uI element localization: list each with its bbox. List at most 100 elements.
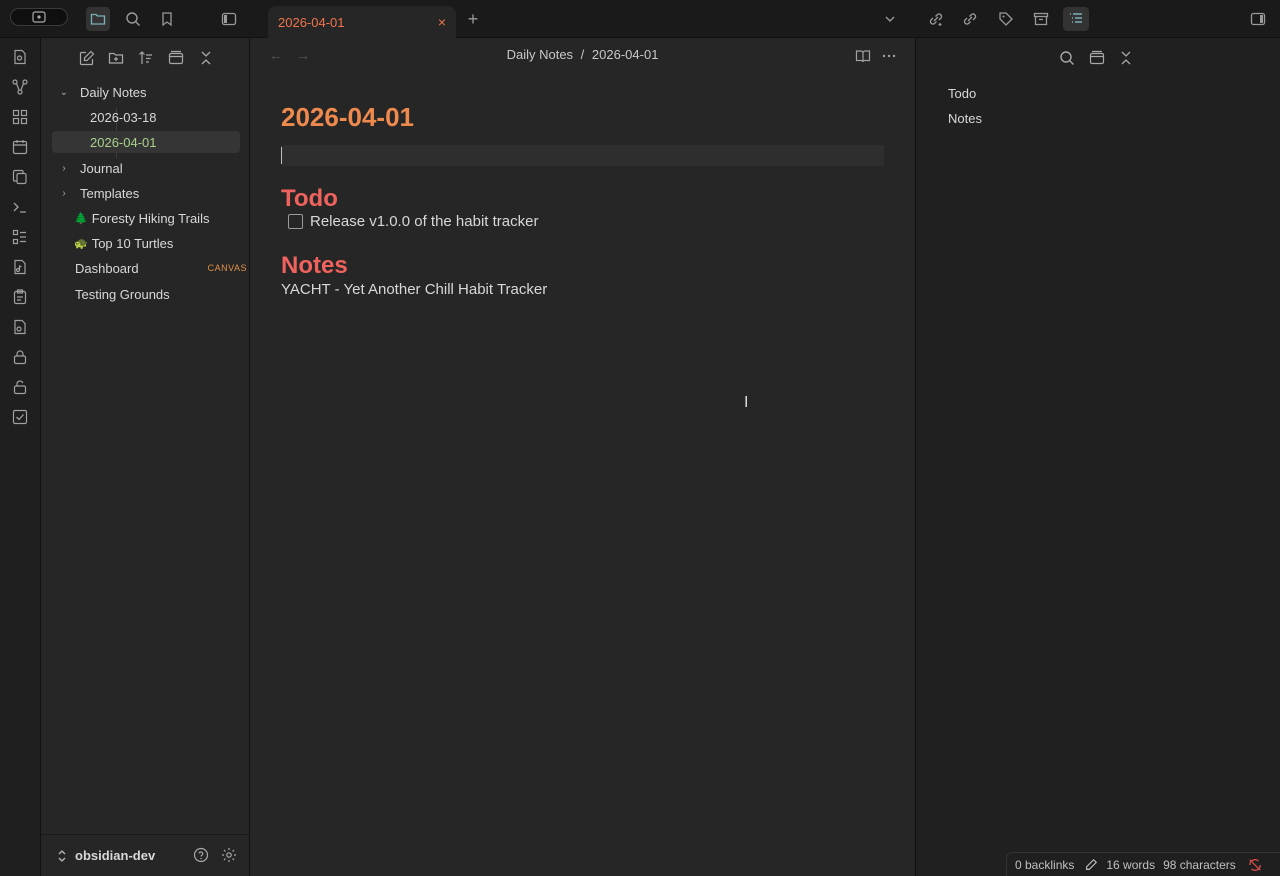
tree-item-label: 2026-04-01 [90,134,157,150]
search-icon [1060,51,1074,65]
file-explorer-button[interactable] [86,7,110,31]
text-caret [281,147,282,164]
heading-notes[interactable]: Notes [281,252,348,280]
file-music-icon [14,259,26,275]
tree-file-testing-grounds[interactable]: Testing Grounds [75,283,170,305]
list-button[interactable] [10,227,30,247]
sync-error-icon[interactable] [1248,858,1262,872]
archive-icon [1033,12,1049,26]
tab-2026-04-01[interactable]: 2026-04-01 × [268,6,456,38]
toggle-right-sidebar-button[interactable] [1246,7,1270,31]
canvas-badge: CANVAS [207,263,247,273]
tree-file-2026-03-18[interactable]: 2026-03-18 [90,106,157,128]
new-folder-button[interactable] [106,48,126,68]
tree-file-2026-04-01[interactable]: 2026-04-01 [52,131,240,153]
obsidian-window: 2026-04-01 × + ⌄ Daily Notes 2026-03-18 … [0,0,1280,876]
new-note-button[interactable] [77,48,97,68]
templates-button[interactable] [10,167,30,187]
tree-item-label: Journal [80,160,123,176]
outline-search-button[interactable] [1057,48,1077,68]
status-bar: 0 backlinks 16 words 98 characters [1006,852,1280,876]
outline-panel-button[interactable] [1087,48,1107,68]
active-editor-line[interactable] [281,145,884,166]
tree-item-label: Testing Grounds [75,286,170,302]
sidebar-toggle-icon [221,12,237,26]
sort-button[interactable] [136,48,156,68]
file-audio-icon [14,319,26,335]
more-options-button[interactable] [880,47,898,65]
open-quick-switcher-button[interactable] [10,47,30,67]
auto-reveal-button[interactable] [166,48,186,68]
sort-icon [139,51,152,64]
reading-view-button[interactable] [854,47,872,65]
help-button[interactable] [192,846,210,864]
close-icon[interactable]: × [438,14,446,30]
breadcrumb-file[interactable]: 2026-04-01 [592,47,659,62]
bookmarks-button[interactable] [155,7,179,31]
archive-button[interactable] [1029,7,1053,31]
chevron-up-down-icon[interactable] [57,849,67,863]
tasks-button[interactable] [10,407,30,427]
backlinks-count[interactable]: 0 backlinks [1015,858,1074,872]
tree-emoji-icon: 🐢 [74,237,88,250]
file-audio-button[interactable] [10,317,30,337]
tab-list-button[interactable] [878,7,902,31]
task-text: Release v1.0.0 of the habit tracker [310,213,539,230]
file-music-button[interactable] [10,257,30,277]
new-tab-button[interactable]: + [461,7,485,31]
breadcrumb-folder[interactable]: Daily Notes [507,47,573,62]
panel-icon [1089,50,1105,65]
chevron-down-icon: ⌄ [59,86,69,98]
link-plus-icon [929,13,943,26]
vault-footer: obsidian-dev [41,834,250,876]
tree-file-foresty-hiking-trails[interactable]: 🌲 Foresty Hiking Trails [74,207,209,229]
canvas-icon [12,109,28,125]
collapse-icon [201,51,211,65]
edit-icon [79,50,95,66]
word-count: 16 words [1106,857,1156,872]
outline-button[interactable] [1063,7,1089,31]
chevron-down-icon [885,16,895,22]
daily-note-button[interactable] [10,137,30,157]
task-checkbox[interactable] [288,214,303,229]
note-body-text[interactable]: YACHT - Yet Another Chill Habit Tracker [281,281,547,298]
tree-folder-templates[interactable]: › Templates [58,182,139,204]
outline-collapse-button[interactable] [1116,48,1136,68]
tab-title: 2026-04-01 [278,14,345,30]
tree-item-label: Dashboard [75,260,139,276]
heading-todo[interactable]: Todo [281,185,338,213]
tags-button[interactable] [994,7,1018,31]
outline-item-notes[interactable]: Notes [948,111,982,126]
outline-icon [1070,13,1082,23]
vault-switcher-button[interactable] [10,8,68,26]
task-item[interactable]: Release v1.0.0 of the habit tracker [288,213,538,230]
panel-icon [168,50,184,65]
settings-button[interactable] [220,846,238,864]
command-palette-button[interactable] [10,197,30,217]
edit-icon[interactable] [1084,858,1098,872]
clipboard-button[interactable] [10,287,30,307]
vault-name[interactable]: obsidian-dev [75,848,155,863]
tree-folder-daily-notes[interactable]: ⌄ Daily Notes [58,81,147,103]
link-plus-button[interactable] [924,7,948,31]
canvas-button[interactable] [10,107,30,127]
unlock-button[interactable] [10,377,30,397]
tree-file-top-10-turtles[interactable]: 🐢 Top 10 Turtles [74,232,173,254]
outline-item-todo[interactable]: Todo [948,86,976,101]
outline-panel: Todo Notes [915,38,1280,876]
graph-view-button[interactable] [10,77,30,97]
tree-folder-journal[interactable]: › Journal [58,157,123,179]
tag-icon [999,12,1013,26]
toggle-left-sidebar-button[interactable] [217,7,241,31]
collapse-all-button[interactable] [196,48,216,68]
link-button[interactable] [958,7,982,31]
lock-button[interactable] [10,347,30,367]
tree-file-dashboard[interactable]: Dashboard CANVAS [75,257,247,279]
terminal-icon [13,202,26,213]
book-open-icon [855,50,871,63]
tree-emoji-icon: 🌲 [74,212,88,225]
editor-pane: ← → Daily Notes / 2026-04-01 2026-04-01 … [250,38,915,876]
search-button[interactable] [121,7,145,31]
text-cursor-icon: I [744,394,749,411]
note-title[interactable]: 2026-04-01 [281,102,414,133]
